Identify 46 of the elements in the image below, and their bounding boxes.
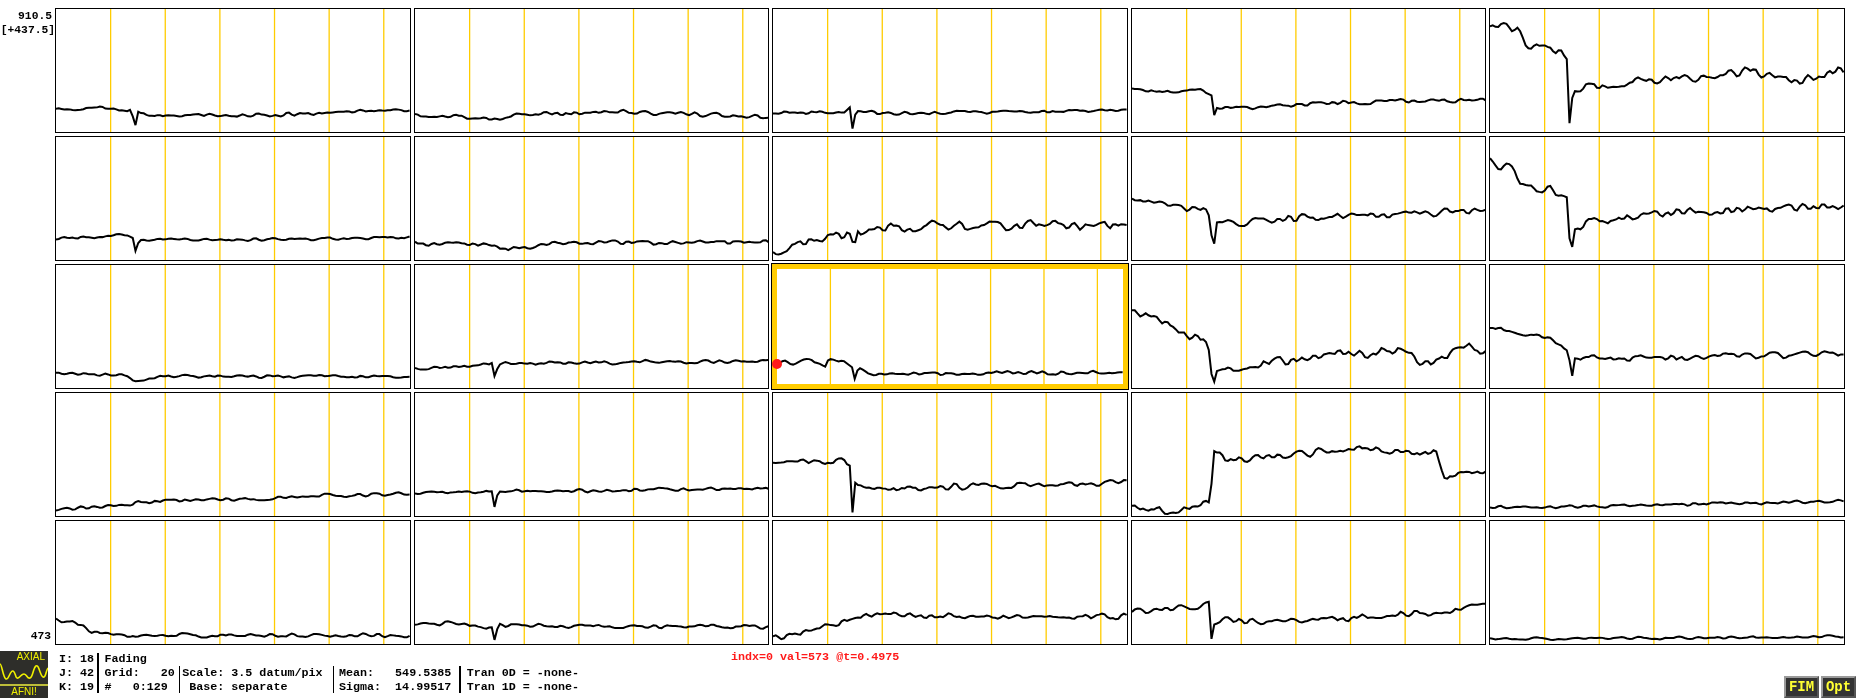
axis-range-label: [+437.5] (0, 24, 55, 36)
graph-setting-text: Fading (104, 652, 148, 666)
axis-min-label: 473 (30, 630, 52, 642)
graph-panel[interactable] (1489, 520, 1845, 645)
graph-panel[interactable] (413, 8, 770, 133)
statistic-text: Sigma: 14.99517 (339, 680, 452, 694)
coordinate-readout: K: 19 (59, 680, 95, 694)
view-label: AXIAL (16, 651, 46, 662)
graph-panel[interactable] (1489, 392, 1845, 517)
time-marker-icon (772, 359, 783, 370)
axis-max-label: 910.5 (18, 10, 53, 22)
fim-button[interactable]: FIM (1784, 676, 1819, 698)
graph-panel[interactable] (1130, 264, 1487, 389)
coordinate-readout: I: 18 (59, 652, 95, 666)
scale-setting-text: Base: separate (188, 680, 289, 694)
graph-panel[interactable] (55, 8, 411, 133)
opt-button[interactable]: Opt (1821, 676, 1856, 698)
graph-setting-text: # 0:129 (104, 680, 169, 694)
graph-panel[interactable] (1489, 136, 1845, 261)
graph-panel[interactable] (413, 136, 770, 261)
graph-panel[interactable] (1130, 136, 1487, 261)
graph-setting-text: Grid: 20 (104, 666, 175, 680)
transform-setting-text: Tran 0D = -none- (466, 666, 579, 680)
graph-panel[interactable] (55, 520, 411, 645)
graph-panel[interactable] (1130, 392, 1487, 517)
graph-panel[interactable] (1130, 520, 1487, 645)
scale-setting-text: Scale: 3.5 datum/pix (182, 666, 323, 680)
afni-button[interactable]: AFNI! (0, 684, 48, 698)
graph-panel[interactable] (772, 136, 1128, 261)
graph-panel[interactable] (55, 392, 411, 517)
graph-panel[interactable] (1489, 8, 1845, 133)
waveform-icon (0, 662, 48, 682)
transform-setting-text: Tran 1D = -none- (466, 680, 579, 694)
graph-panel[interactable] (413, 520, 770, 645)
value-readout: indx=0 val=573 @t=0.4975 (730, 650, 900, 664)
graph-panel[interactable] (413, 264, 770, 389)
statistic-text: Mean: 549.5385 (339, 666, 452, 680)
graph-panel[interactable] (772, 392, 1128, 517)
graph-panel[interactable] (772, 8, 1128, 133)
graph-panel[interactable] (1130, 8, 1487, 133)
graph-panel[interactable] (55, 136, 411, 261)
graph-panel[interactable] (55, 264, 411, 389)
coordinate-readout: J: 42 (59, 666, 95, 680)
graph-panel[interactable] (413, 392, 770, 517)
graph-panel[interactable] (1489, 264, 1845, 389)
graph-panel[interactable] (772, 520, 1128, 645)
